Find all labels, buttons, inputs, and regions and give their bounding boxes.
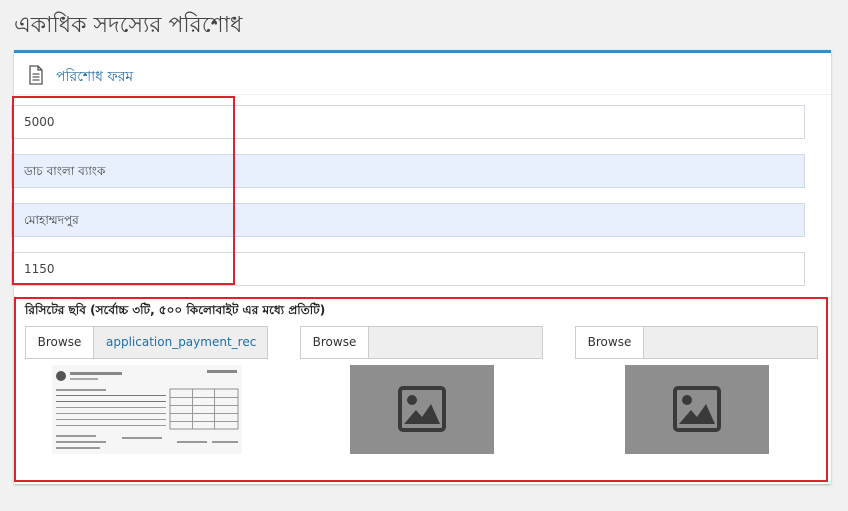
file-input-2: Browse <box>300 326 543 359</box>
file-input-1: Browse application_payment_rec <box>25 326 268 359</box>
reference-input[interactable]: 1150 <box>11 252 805 286</box>
page-title: একাধিক সদস্যের পরিশোধ <box>14 13 243 38</box>
document-icon <box>29 65 43 85</box>
branch-input[interactable]: মোহাম্মদপুর <box>11 203 805 237</box>
image-placeholder-icon <box>398 386 446 432</box>
file-name-field-2[interactable] <box>368 326 543 359</box>
receipt-image <box>52 365 242 454</box>
file-input-3: Browse <box>575 326 818 359</box>
browse-button-3[interactable]: Browse <box>575 326 644 359</box>
panel-title: পরিশোধ ফরম <box>56 69 134 85</box>
bank-name-input[interactable]: ডাচ বাংলা ব্যাংক <box>11 154 805 188</box>
panel-header: পরিশোধ ফরম <box>14 53 831 95</box>
image-placeholder-3 <box>625 365 769 454</box>
browse-button-2[interactable]: Browse <box>300 326 369 359</box>
amount-input[interactable]: 5000 <box>11 105 805 139</box>
receipt-upload-label: রিসিটের ছবি (সর্বোচ্চ ৩টি, ৫০০ কিলোবাইট … <box>25 303 326 317</box>
browse-button-1[interactable]: Browse <box>25 326 94 359</box>
image-placeholder-2 <box>350 365 494 454</box>
file-name-field-1[interactable]: application_payment_rec <box>93 326 268 359</box>
file-name-field-3[interactable] <box>643 326 818 359</box>
image-placeholder-icon <box>673 386 721 432</box>
